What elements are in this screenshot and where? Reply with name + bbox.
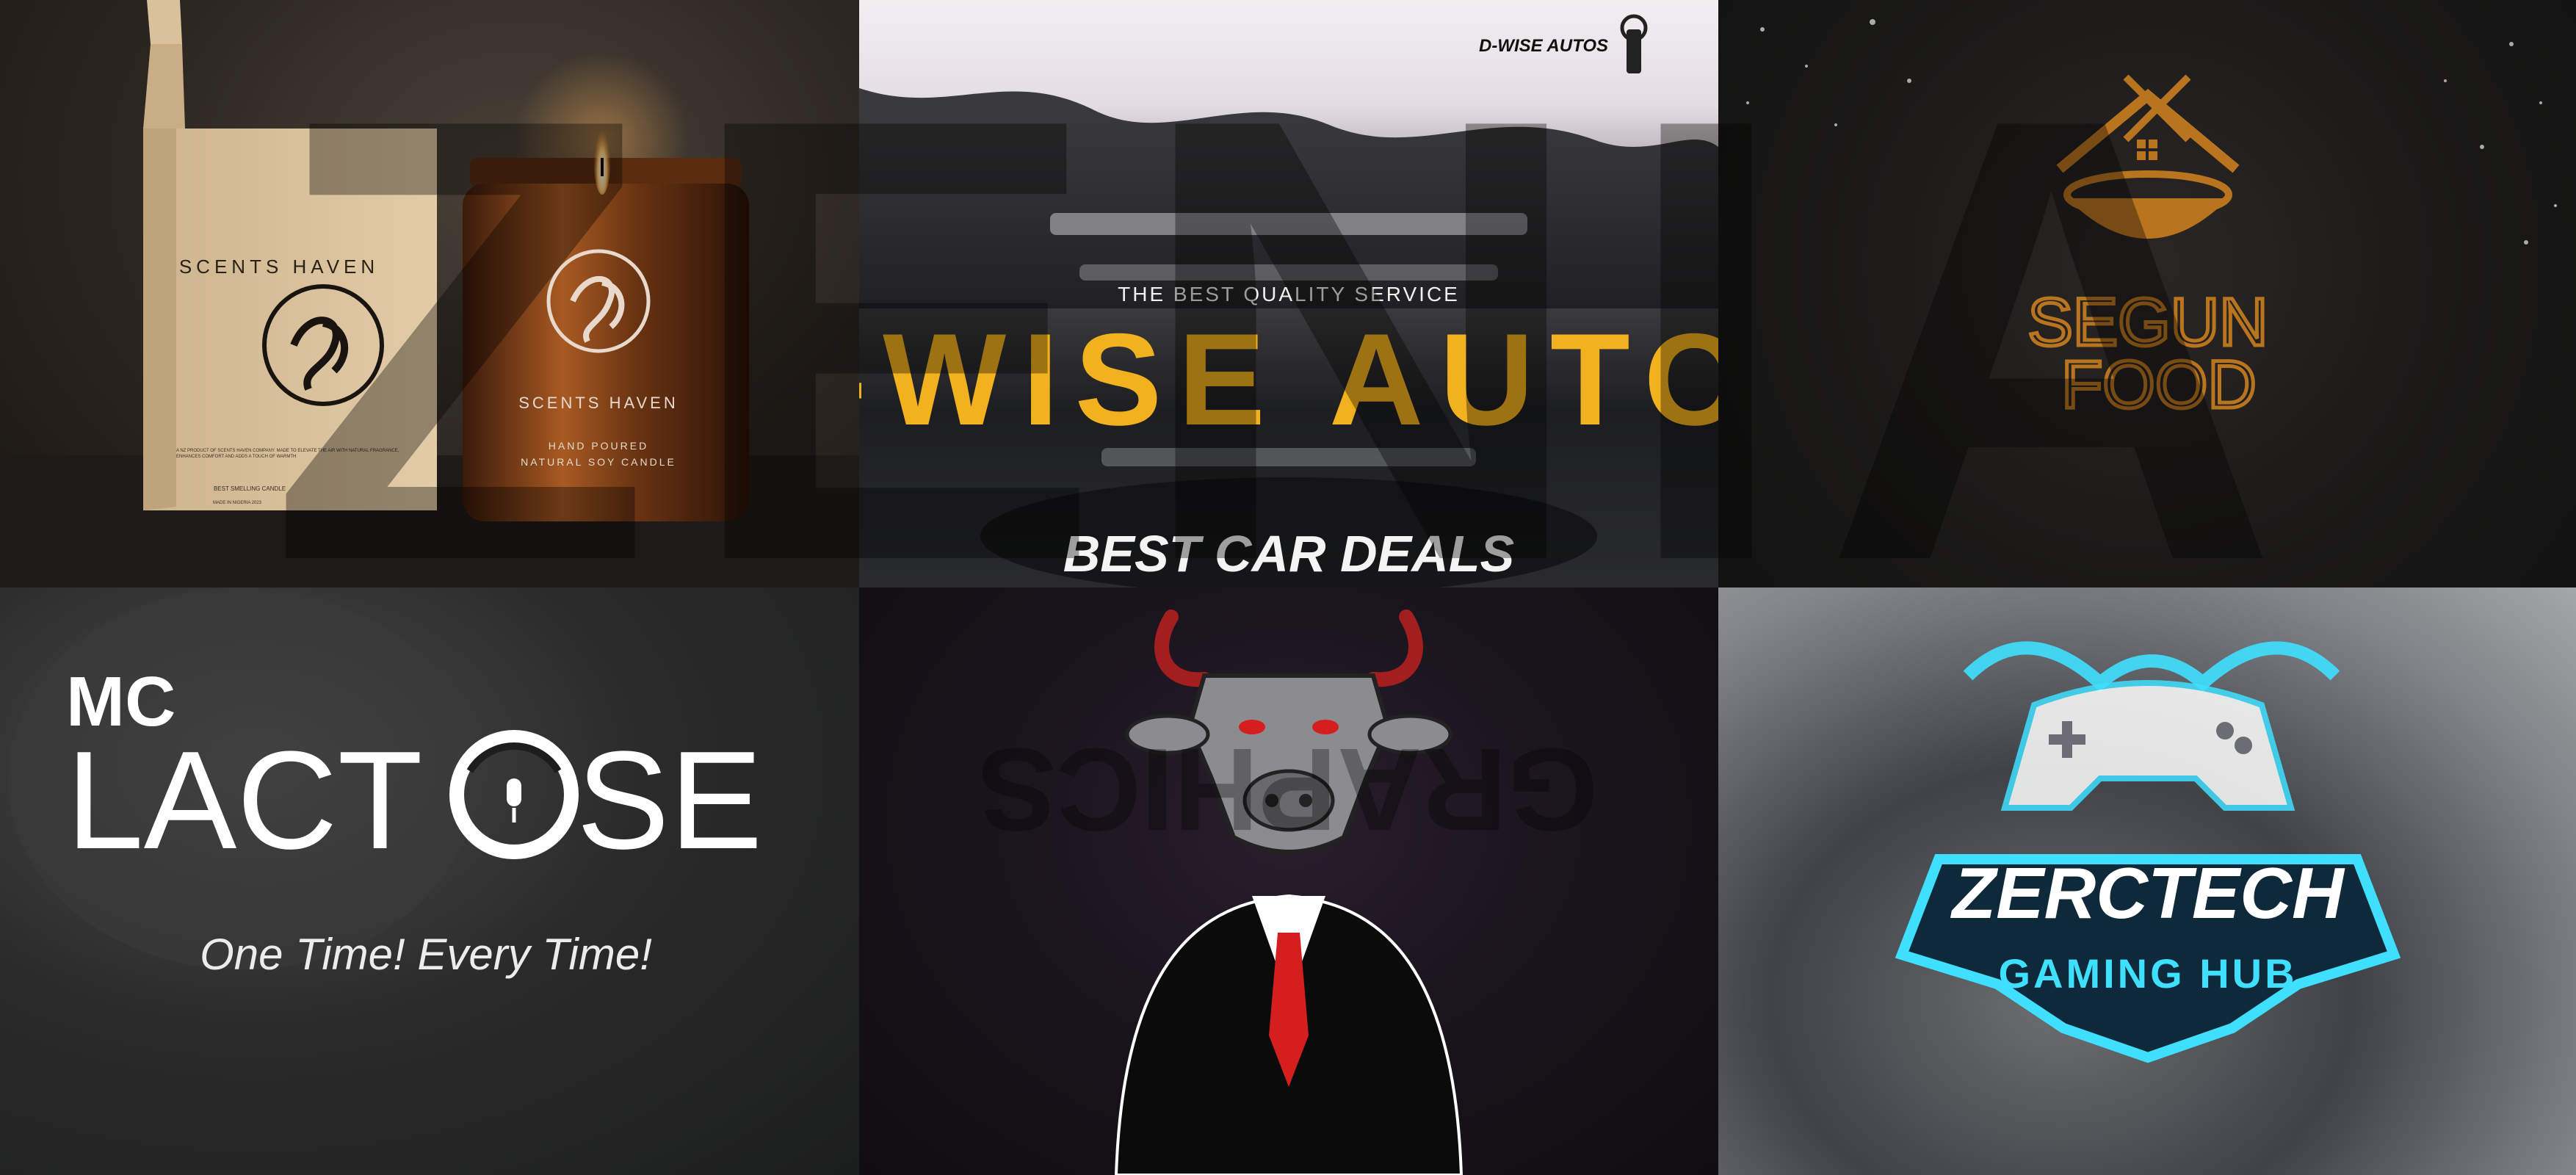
watermark-overlay: ZENIA GRAPHICS bbox=[267, 0, 2309, 856]
watermark-text: ZENIA bbox=[267, 0, 2309, 693]
watermark-subtext: GRAPHICS bbox=[978, 724, 1599, 856]
portfolio-collage: SCENTS HAVEN A NZ PRODUCT OF SCENTS HAVE… bbox=[0, 0, 2576, 1175]
